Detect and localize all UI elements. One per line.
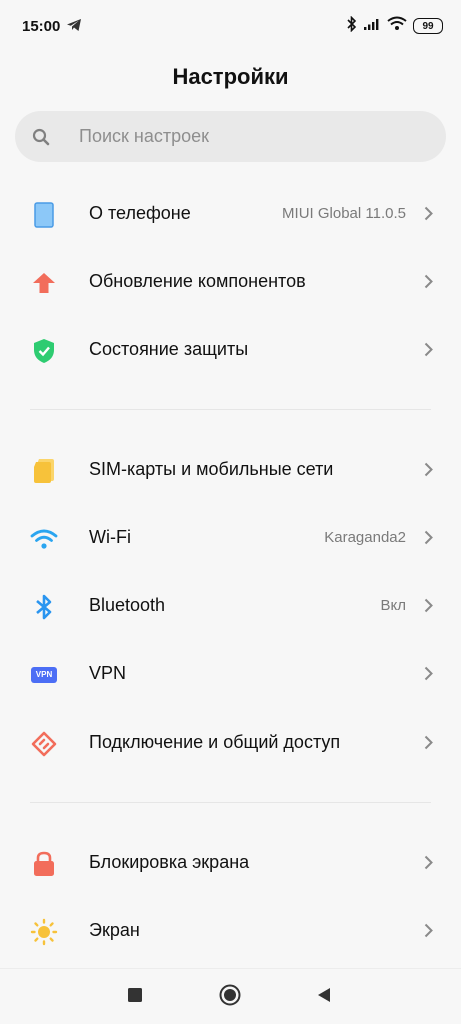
wifi-icon <box>30 525 58 553</box>
chevron-right-icon <box>424 274 433 294</box>
chevron-right-icon <box>424 666 433 686</box>
settings-item-label: Обновление компонентов <box>89 271 306 291</box>
settings-item-label: Подключение и общий доступ <box>89 732 341 752</box>
chevron-right-icon <box>424 462 433 482</box>
vpn-badge: VPN <box>31 667 57 683</box>
settings-item-label: Экран <box>89 920 140 940</box>
page-title: Настройки <box>172 64 289 89</box>
section-divider <box>30 409 431 410</box>
settings-item-value: Вкл <box>380 597 407 614</box>
settings-item-label: SIM-карты и мобильные сети <box>89 459 334 479</box>
settings-item-label: Wi-Fi <box>89 527 131 547</box>
settings-item-label: Блокировка экрана <box>89 852 250 872</box>
settings-item-connection-sharing[interactable]: Подключение и общий доступ <box>0 709 461 777</box>
chevron-right-icon <box>424 923 433 943</box>
section-divider <box>30 802 431 803</box>
shield-check-icon <box>30 337 58 365</box>
vpn-icon: VPN <box>30 661 58 689</box>
settings-item-label: О телефоне <box>89 203 191 223</box>
back-button[interactable] <box>312 983 336 1007</box>
settings-item-label: Bluetooth <box>89 595 166 615</box>
search-bar[interactable] <box>15 111 446 162</box>
status-bar: 15:00 99 <box>0 0 461 54</box>
bluetooth-status-icon <box>347 15 357 37</box>
chevron-right-icon <box>424 206 433 226</box>
settings-item-vpn[interactable]: VPN VPN <box>0 640 461 708</box>
sun-icon <box>30 918 58 946</box>
settings-item-sim-cards[interactable]: SIM-карты и мобильные сети <box>0 436 461 504</box>
search-icon <box>32 128 50 151</box>
share-icon <box>30 730 58 758</box>
navigation-bar <box>0 968 461 1024</box>
chevron-right-icon <box>424 530 433 550</box>
settings-item-display[interactable]: Экран <box>0 897 461 965</box>
phone-icon <box>30 201 58 229</box>
settings-item-value: MIUI Global 11.0.5 <box>282 205 406 222</box>
status-indicators: 99 <box>347 15 443 37</box>
sim-card-icon <box>30 457 58 485</box>
settings-item-label: Состояние защиты <box>89 339 249 359</box>
settings-item-wifi[interactable]: Wi-Fi Karaganda2 <box>0 504 461 572</box>
battery-icon: 99 <box>413 18 443 34</box>
settings-item-bluetooth[interactable]: Bluetooth Вкл <box>0 572 461 640</box>
bluetooth-icon <box>30 593 58 621</box>
lock-icon <box>30 850 58 878</box>
wifi-status-icon <box>387 16 407 36</box>
settings-item-lock-screen[interactable]: Блокировка экрана <box>0 829 461 897</box>
chevron-right-icon <box>424 598 433 618</box>
chevron-right-icon <box>424 735 433 755</box>
settings-item-value: Karaganda2 <box>324 529 406 546</box>
settings-item-about-phone[interactable]: О телефоне MIUI Global 11.0.5 <box>0 180 461 248</box>
settings-item-security-status[interactable]: Состояние защиты <box>0 316 461 384</box>
chevron-right-icon <box>424 855 433 875</box>
telegram-icon <box>66 18 82 37</box>
signal-icon <box>363 17 381 36</box>
home-button[interactable] <box>218 983 242 1007</box>
recents-button[interactable] <box>123 983 147 1007</box>
settings-item-component-update[interactable]: Обновление компонентов <box>0 248 461 316</box>
settings-item-label: VPN <box>89 663 127 683</box>
arrow-up-icon <box>30 269 58 297</box>
search-input[interactable] <box>79 111 429 162</box>
chevron-right-icon <box>424 342 433 362</box>
status-time: 15:00 <box>22 18 61 35</box>
